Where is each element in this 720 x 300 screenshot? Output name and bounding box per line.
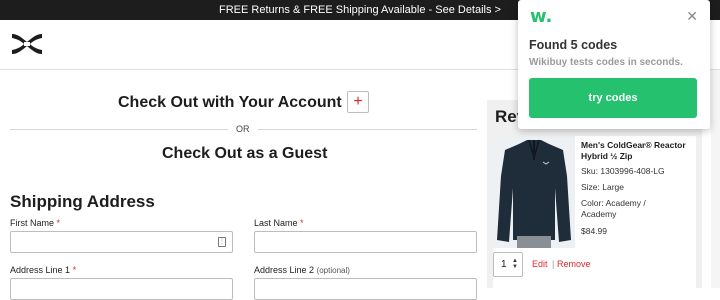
address2-label: Address Line 2 (optional) [254, 265, 350, 275]
shipping-heading: Shipping Address [10, 192, 155, 211]
product-size: Size: Large [581, 182, 624, 192]
first-name-label: First Name * [10, 218, 61, 228]
or-label: OR [228, 124, 258, 134]
address2-field[interactable] [254, 278, 477, 300]
try-codes-button[interactable]: try codes [529, 78, 697, 118]
wikibuy-popup: w. ✕ Found 5 codes Wikibuy tests codes i… [518, 0, 710, 129]
account-heading: Check Out with Your Account [118, 94, 342, 111]
under-armour-logo-icon[interactable] [10, 32, 44, 56]
popup-title: Found 5 codes [529, 38, 618, 52]
checkout-main: Check Out with Your Account + OR Check O… [0, 71, 485, 300]
guest-heading: Check Out as a Guest [162, 145, 328, 162]
last-name-label: Last Name * [254, 218, 304, 228]
promo-text[interactable]: FREE Returns & FREE Shipping Available -… [219, 4, 501, 16]
autofill-contact-icon[interactable]: ⋮ [218, 237, 226, 247]
product-sku: Sku: 1303996-408-LG [581, 166, 665, 176]
remove-link[interactable]: Remove [557, 259, 591, 269]
edit-link[interactable]: Edit [532, 259, 548, 269]
cart-item: Men's ColdGear® Reactor Hybrid ½ Zip Sku… [493, 136, 696, 288]
quantity-select[interactable]: 1 ▲ ▼ [493, 252, 523, 277]
product-price: $84.99 [581, 226, 607, 236]
page-scrollbar[interactable] [711, 70, 720, 288]
product-name[interactable]: Men's ColdGear® Reactor Hybrid ½ Zip [581, 140, 691, 162]
select-arrows-icon: ▲ ▼ [512, 258, 518, 270]
quantity-value: 1 [501, 259, 507, 270]
link-separator: | [552, 259, 555, 269]
first-name-field[interactable]: ⋮ [10, 231, 233, 253]
product-color: Color: Academy / Academy [581, 198, 646, 219]
address1-field[interactable] [10, 278, 233, 300]
popup-subtitle: Wikibuy tests codes in seconds. [529, 57, 683, 68]
wikibuy-logo: w. [530, 6, 553, 27]
close-icon[interactable]: ✕ [686, 8, 698, 25]
account-expand-button[interactable]: + [347, 91, 369, 113]
address1-label: Address Line 1 * [10, 265, 77, 275]
last-name-field[interactable] [254, 231, 477, 253]
product-image[interactable] [493, 136, 575, 248]
